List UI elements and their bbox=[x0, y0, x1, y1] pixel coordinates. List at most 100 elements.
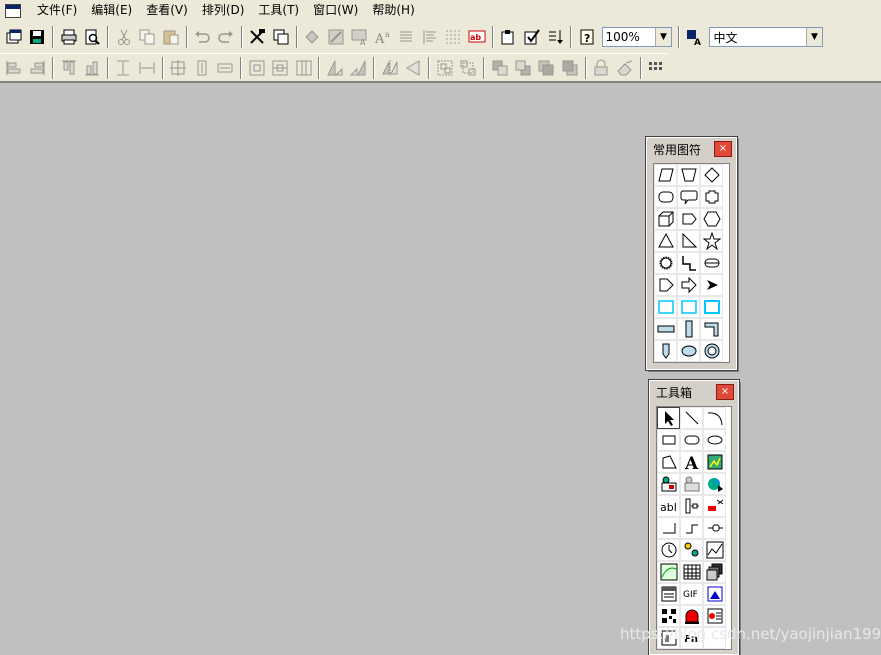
backward-icon[interactable] bbox=[559, 57, 580, 79]
font-color-icon[interactable]: A bbox=[349, 26, 371, 48]
bitmap-icon[interactable] bbox=[703, 451, 726, 473]
ungroup-icon[interactable] bbox=[457, 57, 478, 79]
chevron-down-icon[interactable]: ▼ bbox=[654, 28, 671, 46]
seal-icon[interactable] bbox=[654, 252, 677, 274]
alarm-icon[interactable] bbox=[680, 605, 703, 627]
select-arrow-icon[interactable] bbox=[657, 407, 680, 429]
paste-icon[interactable] bbox=[160, 26, 182, 48]
menu-tools[interactable]: 工具(T) bbox=[251, 0, 306, 21]
qr-code-icon[interactable] bbox=[657, 605, 680, 627]
menu-view[interactable]: 查看(V) bbox=[139, 0, 195, 21]
shapes-panel-titlebar[interactable]: 常用图符 × bbox=[647, 138, 736, 160]
send-back-icon[interactable] bbox=[512, 57, 533, 79]
eraser-icon[interactable] bbox=[614, 57, 635, 79]
save-icon[interactable] bbox=[27, 26, 49, 48]
cylinder-icon[interactable] bbox=[700, 252, 723, 274]
cut-icon[interactable] bbox=[113, 26, 135, 48]
spell-check-icon[interactable]: ab bbox=[466, 26, 488, 48]
slider-icon[interactable] bbox=[680, 495, 703, 517]
callout-icon[interactable] bbox=[677, 186, 700, 208]
ellipse-icon[interactable] bbox=[677, 340, 700, 362]
translate-icon[interactable]: A bbox=[684, 26, 706, 48]
text-box-icon[interactable]: abl bbox=[657, 495, 680, 517]
forward-icon[interactable] bbox=[536, 57, 557, 79]
same-width-icon[interactable] bbox=[215, 57, 236, 79]
space-vertical-icon[interactable] bbox=[113, 57, 134, 79]
pentagon-arrow-icon[interactable] bbox=[677, 208, 700, 230]
rounded-rect-icon[interactable] bbox=[654, 186, 677, 208]
rotate-left-icon[interactable] bbox=[324, 57, 345, 79]
redo-icon[interactable] bbox=[215, 26, 237, 48]
toolbox-panel-titlebar[interactable]: 工具箱 × bbox=[650, 381, 738, 403]
align-right-icon[interactable] bbox=[26, 57, 47, 79]
flip-horizontal-icon[interactable] bbox=[379, 57, 400, 79]
close-icon[interactable]: × bbox=[714, 141, 732, 157]
arrow-wide-icon[interactable] bbox=[677, 274, 700, 296]
gif-icon[interactable]: GIF bbox=[680, 583, 703, 605]
align-left-icon[interactable] bbox=[3, 57, 24, 79]
space-horizontal-icon[interactable] bbox=[136, 57, 157, 79]
app-icon[interactable] bbox=[5, 3, 21, 18]
lock-icon[interactable] bbox=[591, 57, 612, 79]
symbol-a-icon[interactable] bbox=[657, 473, 680, 495]
center-both-icon[interactable] bbox=[168, 57, 189, 79]
hexagon-icon[interactable] bbox=[700, 208, 723, 230]
cyan-rect-icon[interactable] bbox=[677, 296, 700, 318]
help-icon[interactable]: ? bbox=[576, 26, 598, 48]
ellipse-tool-icon[interactable] bbox=[703, 429, 726, 451]
grid-icon[interactable] bbox=[443, 26, 465, 48]
print-icon[interactable] bbox=[58, 26, 80, 48]
align-bottom-icon[interactable] bbox=[81, 57, 102, 79]
cyan-rect-icon[interactable] bbox=[654, 296, 677, 318]
ring-icon[interactable] bbox=[700, 340, 723, 362]
arc-icon[interactable] bbox=[703, 407, 726, 429]
image-box-icon[interactable] bbox=[703, 583, 726, 605]
grid-toggle-icon[interactable] bbox=[646, 57, 667, 79]
rotate-right-icon[interactable] bbox=[348, 57, 369, 79]
text-tool-icon[interactable]: A bbox=[680, 451, 703, 473]
bring-front-icon[interactable] bbox=[489, 57, 510, 79]
step-icon[interactable] bbox=[680, 517, 703, 539]
align-top-icon[interactable] bbox=[58, 57, 79, 79]
layout-icon[interactable] bbox=[270, 26, 292, 48]
right-triangle-icon[interactable] bbox=[677, 230, 700, 252]
pointer-arrow-icon[interactable] bbox=[700, 274, 723, 296]
bar-vertical-icon[interactable] bbox=[677, 318, 700, 340]
print-preview-icon[interactable] bbox=[82, 26, 104, 48]
rounded-rectangle-icon[interactable] bbox=[680, 429, 703, 451]
zoom-select[interactable]: 100% ▼ bbox=[601, 27, 672, 47]
bar-horizontal-icon[interactable] bbox=[654, 318, 677, 340]
star-icon[interactable] bbox=[700, 230, 723, 252]
properties-icon[interactable] bbox=[498, 26, 520, 48]
cyan-frame-icon[interactable] bbox=[700, 296, 723, 318]
cube-icon[interactable] bbox=[654, 208, 677, 230]
center-h-icon[interactable] bbox=[246, 57, 267, 79]
curve-icon[interactable] bbox=[657, 561, 680, 583]
rectangle-icon[interactable] bbox=[657, 429, 680, 451]
corner-icon[interactable] bbox=[700, 318, 723, 340]
menu-file[interactable]: 文件(F) bbox=[30, 0, 84, 21]
menu-help[interactable]: 帮助(H) bbox=[365, 0, 421, 21]
check-icon[interactable] bbox=[521, 26, 543, 48]
undo-icon[interactable] bbox=[192, 26, 214, 48]
table-icon[interactable] bbox=[680, 561, 703, 583]
octagon-icon[interactable] bbox=[700, 186, 723, 208]
flip-vertical-icon[interactable] bbox=[403, 57, 424, 79]
symbol-b-icon[interactable] bbox=[680, 473, 703, 495]
chevron-down-icon[interactable]: ▼ bbox=[805, 28, 822, 46]
trapezoid-icon[interactable] bbox=[677, 164, 700, 186]
trend-icon[interactable] bbox=[703, 539, 726, 561]
step-line-icon[interactable] bbox=[677, 252, 700, 274]
center-v-icon[interactable] bbox=[269, 57, 290, 79]
polygon-icon[interactable] bbox=[657, 451, 680, 473]
color-ball-icon[interactable] bbox=[703, 473, 726, 495]
new-window-icon[interactable] bbox=[3, 26, 25, 48]
sort-icon[interactable] bbox=[545, 26, 567, 48]
font-size-icon[interactable]: Aa bbox=[372, 26, 394, 48]
meter-color-icon[interactable] bbox=[703, 495, 726, 517]
align-text-icon[interactable] bbox=[396, 26, 418, 48]
record-icon[interactable] bbox=[703, 605, 726, 627]
menu-arrange[interactable]: 排列(D) bbox=[195, 0, 252, 21]
pen-tip-icon[interactable] bbox=[654, 340, 677, 362]
tools-icon[interactable] bbox=[247, 26, 269, 48]
